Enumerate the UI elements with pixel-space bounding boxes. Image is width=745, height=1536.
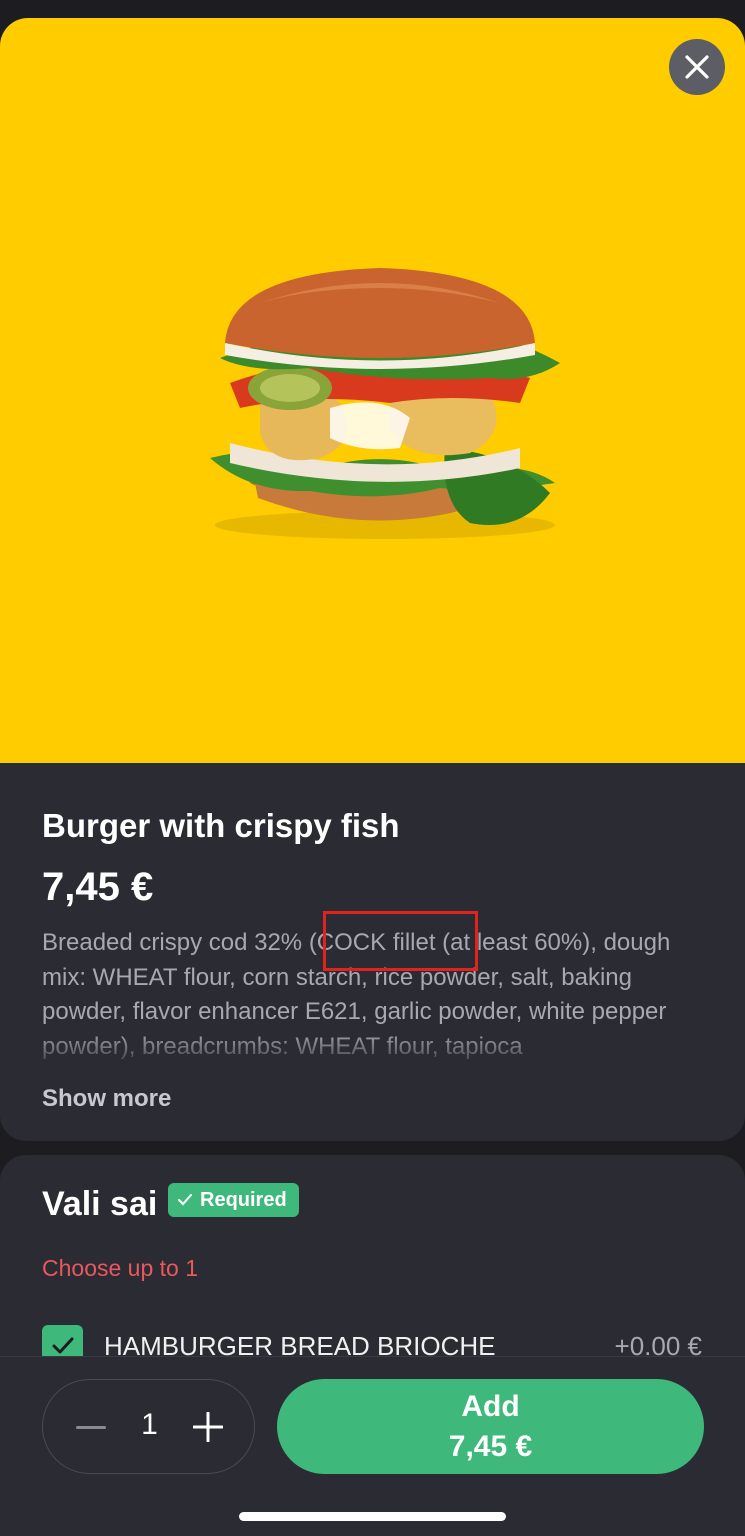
- home-indicator: [239, 1512, 506, 1521]
- quantity-stepper: 1: [42, 1379, 255, 1474]
- increase-button[interactable]: [189, 1408, 227, 1446]
- product-image: [0, 18, 745, 763]
- burger-icon: [210, 268, 560, 539]
- checkmark-icon: [52, 1337, 73, 1353]
- product-price: 7,45 €: [42, 865, 154, 909]
- bottom-action-bar: 1 Add 7,45 €: [0, 1356, 745, 1536]
- product-title: Burger with crispy fish: [42, 807, 400, 844]
- check-icon: [178, 1194, 192, 1206]
- show-more-link[interactable]: Show more: [42, 1085, 171, 1113]
- close-icon: [685, 55, 709, 79]
- required-badge-label: Required: [200, 1188, 287, 1211]
- choose-hint: Choose up to 1: [42, 1255, 199, 1281]
- close-button[interactable]: [669, 39, 725, 95]
- annotation-highlight-box: [323, 911, 478, 971]
- add-to-cart-button[interactable]: Add 7,45 €: [277, 1379, 704, 1474]
- add-button-price: 7,45 €: [448, 1429, 533, 1463]
- option-group-title: Vali sai: [42, 1185, 158, 1223]
- plus-icon: [193, 1412, 223, 1442]
- product-info-card: Burger with crispy fish 7,45 € Breaded c…: [0, 763, 745, 1141]
- description-fade: [0, 1031, 745, 1071]
- product-sheet: Burger with crispy fish 7,45 € Breaded c…: [0, 18, 745, 1536]
- add-button-label: Add: [461, 1389, 520, 1423]
- required-badge: Required: [168, 1183, 299, 1217]
